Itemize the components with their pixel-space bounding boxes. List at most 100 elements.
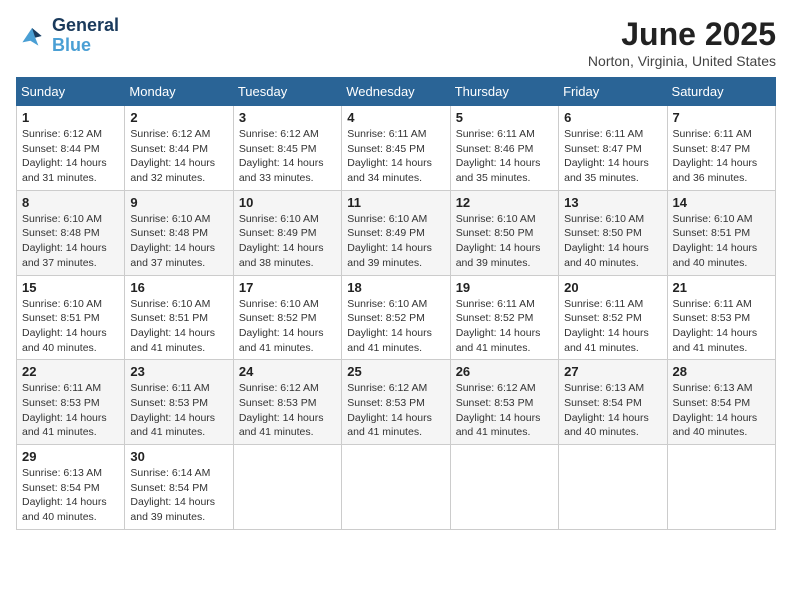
day-info: Sunrise: 6:12 AM Sunset: 8:53 PM Dayligh…	[347, 381, 444, 440]
day-info: Sunrise: 6:11 AM Sunset: 8:47 PM Dayligh…	[564, 127, 661, 186]
calendar-day-cell: 5Sunrise: 6:11 AM Sunset: 8:46 PM Daylig…	[450, 106, 558, 191]
day-number: 2	[130, 110, 227, 125]
calendar-day-cell: 1 Sunrise: 6:12 AM Sunset: 8:44 PM Daylig…	[17, 106, 125, 191]
calendar-day-cell: 23 Sunrise: 6:11 AM Sunset: 8:53 PM Dayli…	[125, 360, 233, 445]
day-info: Sunrise: 6:11 AM Sunset: 8:53 PM Dayligh…	[22, 381, 119, 440]
calendar-day-cell: 12 Sunrise: 6:10 AM Sunset: 8:50 PM Dayli…	[450, 190, 558, 275]
day-info: Sunrise: 6:10 AM Sunset: 8:48 PM Dayligh…	[130, 212, 227, 271]
calendar-day-cell: 29 Sunrise: 6:13 AM Sunset: 8:54 PM Dayli…	[17, 445, 125, 530]
logo-icon	[16, 20, 48, 52]
day-number: 5	[456, 110, 553, 125]
calendar-day-cell: 8Sunrise: 6:10 AM Sunset: 8:48 PM Daylig…	[17, 190, 125, 275]
day-info: Sunrise: 6:10 AM Sunset: 8:51 PM Dayligh…	[130, 297, 227, 356]
day-info: Sunrise: 6:11 AM Sunset: 8:47 PM Dayligh…	[673, 127, 770, 186]
day-info: Sunrise: 6:12 AM Sunset: 8:53 PM Dayligh…	[456, 381, 553, 440]
day-info: Sunrise: 6:11 AM Sunset: 8:53 PM Dayligh…	[130, 381, 227, 440]
calendar-week-row: 15 Sunrise: 6:10 AM Sunset: 8:51 PM Dayli…	[17, 275, 776, 360]
day-info: Sunrise: 6:10 AM Sunset: 8:50 PM Dayligh…	[564, 212, 661, 271]
day-number: 24	[239, 364, 336, 379]
day-number: 8	[22, 195, 119, 210]
logo: GeneralBlue	[16, 16, 119, 56]
day-number: 18	[347, 280, 444, 295]
calendar-day-cell: 15Sunrise: 6:10 AM Sunset: 8:51 PM Dayli…	[17, 275, 125, 360]
calendar-day-cell: 13 Sunrise: 6:10 AM Sunset: 8:50 PM Dayli…	[559, 190, 667, 275]
day-number: 15	[22, 280, 119, 295]
weekday-header-wednesday: Wednesday	[342, 78, 450, 106]
empty-cell	[559, 445, 667, 530]
day-info: Sunrise: 6:11 AM Sunset: 8:45 PM Dayligh…	[347, 127, 444, 186]
calendar-header-row: SundayMondayTuesdayWednesdayThursdayFrid…	[17, 78, 776, 106]
calendar-week-row: 22 Sunrise: 6:11 AM Sunset: 8:53 PM Dayli…	[17, 360, 776, 445]
calendar-day-cell: 24 Sunrise: 6:12 AM Sunset: 8:53 PM Dayli…	[233, 360, 341, 445]
weekday-header-thursday: Thursday	[450, 78, 558, 106]
day-number: 9	[130, 195, 227, 210]
day-number: 12	[456, 195, 553, 210]
day-number: 13	[564, 195, 661, 210]
day-number: 25	[347, 364, 444, 379]
day-number: 23	[130, 364, 227, 379]
title-block: June 2025 Norton, Virginia, United State…	[588, 16, 776, 69]
day-number: 21	[673, 280, 770, 295]
day-info: Sunrise: 6:10 AM Sunset: 8:49 PM Dayligh…	[239, 212, 336, 271]
calendar-day-cell: 19Sunrise: 6:11 AM Sunset: 8:52 PM Dayli…	[450, 275, 558, 360]
day-number: 20	[564, 280, 661, 295]
weekday-header-tuesday: Tuesday	[233, 78, 341, 106]
day-number: 30	[130, 449, 227, 464]
day-number: 28	[673, 364, 770, 379]
day-info: Sunrise: 6:11 AM Sunset: 8:52 PM Dayligh…	[456, 297, 553, 356]
day-info: Sunrise: 6:11 AM Sunset: 8:53 PM Dayligh…	[673, 297, 770, 356]
day-number: 17	[239, 280, 336, 295]
day-number: 10	[239, 195, 336, 210]
day-info: Sunrise: 6:13 AM Sunset: 8:54 PM Dayligh…	[673, 381, 770, 440]
day-number: 3	[239, 110, 336, 125]
weekday-header-friday: Friday	[559, 78, 667, 106]
day-info: Sunrise: 6:11 AM Sunset: 8:52 PM Dayligh…	[564, 297, 661, 356]
day-info: Sunrise: 6:13 AM Sunset: 8:54 PM Dayligh…	[22, 466, 119, 525]
calendar-day-cell: 16Sunrise: 6:10 AM Sunset: 8:51 PM Dayli…	[125, 275, 233, 360]
weekday-header-monday: Monday	[125, 78, 233, 106]
calendar-day-cell: 27Sunrise: 6:13 AM Sunset: 8:54 PM Dayli…	[559, 360, 667, 445]
calendar-day-cell: 28 Sunrise: 6:13 AM Sunset: 8:54 PM Dayli…	[667, 360, 775, 445]
calendar-day-cell: 4Sunrise: 6:11 AM Sunset: 8:45 PM Daylig…	[342, 106, 450, 191]
page-header: GeneralBlue June 2025 Norton, Virginia, …	[16, 16, 776, 69]
calendar-day-cell: 2 Sunrise: 6:12 AM Sunset: 8:44 PM Daylig…	[125, 106, 233, 191]
calendar-day-cell: 6Sunrise: 6:11 AM Sunset: 8:47 PM Daylig…	[559, 106, 667, 191]
day-number: 11	[347, 195, 444, 210]
calendar-day-cell: 21 Sunrise: 6:11 AM Sunset: 8:53 PM Dayli…	[667, 275, 775, 360]
empty-cell	[667, 445, 775, 530]
calendar-day-cell: 17 Sunrise: 6:10 AM Sunset: 8:52 PM Dayli…	[233, 275, 341, 360]
day-info: Sunrise: 6:12 AM Sunset: 8:44 PM Dayligh…	[22, 127, 119, 186]
calendar-day-cell: 18 Sunrise: 6:10 AM Sunset: 8:52 PM Dayli…	[342, 275, 450, 360]
calendar-day-cell: 9 Sunrise: 6:10 AM Sunset: 8:48 PM Daylig…	[125, 190, 233, 275]
calendar-week-row: 8 Sunrise: 6:10 AM Sunset: 8:48 PM Daylig…	[17, 190, 776, 275]
day-number: 29	[22, 449, 119, 464]
empty-cell	[233, 445, 341, 530]
day-info: Sunrise: 6:12 AM Sunset: 8:53 PM Dayligh…	[239, 381, 336, 440]
weekday-header-saturday: Saturday	[667, 78, 775, 106]
calendar-week-row: 1 Sunrise: 6:12 AM Sunset: 8:44 PM Daylig…	[17, 106, 776, 191]
calendar-day-cell: 30 Sunrise: 6:14 AM Sunset: 8:54 PM Dayli…	[125, 445, 233, 530]
day-info: Sunrise: 6:10 AM Sunset: 8:52 PM Dayligh…	[239, 297, 336, 356]
day-number: 22	[22, 364, 119, 379]
day-number: 27	[564, 364, 661, 379]
day-info: Sunrise: 6:12 AM Sunset: 8:45 PM Dayligh…	[239, 127, 336, 186]
day-number: 1	[22, 110, 119, 125]
calendar-week-row: 29 Sunrise: 6:13 AM Sunset: 8:54 PM Dayli…	[17, 445, 776, 530]
calendar-day-cell: 14Sunrise: 6:10 AM Sunset: 8:51 PM Dayli…	[667, 190, 775, 275]
logo-text: GeneralBlue	[52, 16, 119, 56]
location: Norton, Virginia, United States	[588, 53, 776, 69]
weekday-header-sunday: Sunday	[17, 78, 125, 106]
day-number: 14	[673, 195, 770, 210]
calendar-day-cell: 22 Sunrise: 6:11 AM Sunset: 8:53 PM Dayli…	[17, 360, 125, 445]
empty-cell	[342, 445, 450, 530]
month-title: June 2025	[588, 16, 776, 53]
calendar-day-cell: 25 Sunrise: 6:12 AM Sunset: 8:53 PM Dayli…	[342, 360, 450, 445]
day-info: Sunrise: 6:10 AM Sunset: 8:52 PM Dayligh…	[347, 297, 444, 356]
day-number: 26	[456, 364, 553, 379]
calendar-day-cell: 7 Sunrise: 6:11 AM Sunset: 8:47 PM Daylig…	[667, 106, 775, 191]
calendar-day-cell: 3 Sunrise: 6:12 AM Sunset: 8:45 PM Daylig…	[233, 106, 341, 191]
day-info: Sunrise: 6:10 AM Sunset: 8:50 PM Dayligh…	[456, 212, 553, 271]
day-info: Sunrise: 6:12 AM Sunset: 8:44 PM Dayligh…	[130, 127, 227, 186]
day-number: 7	[673, 110, 770, 125]
day-info: Sunrise: 6:14 AM Sunset: 8:54 PM Dayligh…	[130, 466, 227, 525]
